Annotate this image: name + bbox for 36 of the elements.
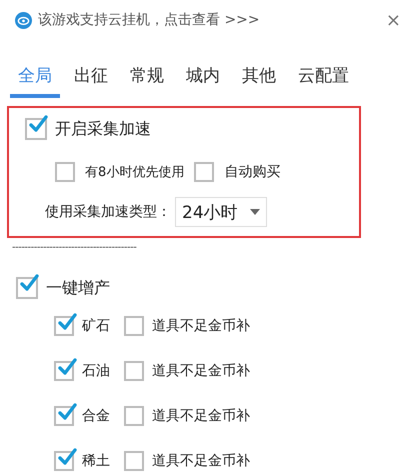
- checkbox[interactable]: [54, 316, 74, 336]
- checkbox[interactable]: [54, 406, 74, 426]
- checkbox[interactable]: [124, 451, 144, 471]
- checkbox[interactable]: [55, 162, 75, 182]
- checkbox-label: 一键增产: [46, 278, 110, 298]
- checkbox[interactable]: [194, 162, 214, 182]
- tab[interactable]: 全局: [10, 60, 60, 98]
- checkbox-label: 道具不足金币补: [152, 362, 250, 380]
- checkbox-label: 道具不足金币补: [152, 317, 250, 335]
- checkbox[interactable]: [124, 316, 144, 336]
- checkbox[interactable]: [124, 361, 144, 381]
- checkbox-label: 矿石: [82, 317, 110, 335]
- checkbox[interactable]: [16, 277, 38, 299]
- checkbox-label: 合金: [82, 407, 110, 425]
- tab[interactable]: 出征: [66, 60, 116, 98]
- checkbox-label: 有8小时优先使用: [85, 164, 184, 181]
- checkbox[interactable]: [54, 451, 74, 471]
- checkbox-label: 石油: [82, 362, 110, 380]
- separator-text: ----------------------------------------: [11, 241, 138, 255]
- checkbox-label: 自动购买: [224, 163, 280, 181]
- type-dropdown[interactable]: 24小时: [175, 197, 267, 227]
- checkbox-label: 稀土: [82, 452, 110, 470]
- checkbox-label: 开启采集加速: [55, 118, 151, 140]
- field-label: 使用采集加速类型：: [45, 203, 171, 221]
- checkbox[interactable]: [124, 406, 144, 426]
- checkbox[interactable]: [25, 118, 47, 140]
- tab[interactable]: 云配置: [290, 60, 357, 98]
- close-button[interactable]: ×: [382, 10, 405, 30]
- tab[interactable]: 其他: [234, 60, 284, 98]
- cloud-hosting-link[interactable]: 该游戏支持云挂机，点击查看 >>>: [38, 11, 376, 29]
- caret-icon: [250, 209, 260, 215]
- tab[interactable]: 城内: [178, 60, 228, 98]
- checkbox-label: 道具不足金币补: [152, 407, 250, 425]
- checkbox-label: 道具不足金币补: [152, 452, 250, 470]
- tab[interactable]: 常规: [122, 60, 172, 98]
- checkbox[interactable]: [54, 361, 74, 381]
